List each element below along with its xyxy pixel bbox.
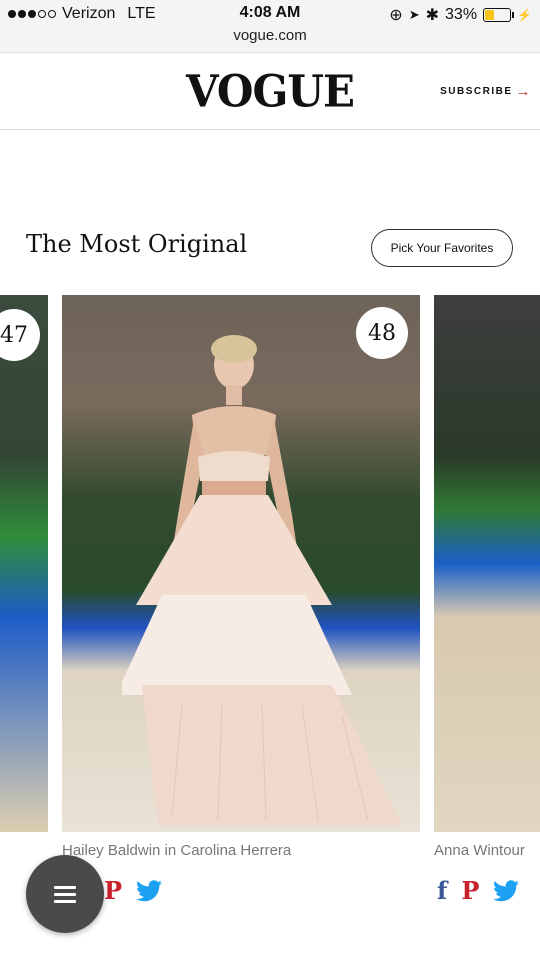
gallery-title: The Most Original [26, 230, 248, 258]
charging-icon: ⚡ [517, 8, 532, 22]
gallery-slide-current[interactable]: 48 [62, 295, 420, 832]
twitter-icon[interactable] [136, 879, 163, 902]
rotation-lock-icon: ⊕ [389, 7, 403, 24]
slide-caption: Anna Wintour [434, 842, 525, 859]
gallery-slide-next[interactable] [434, 295, 540, 832]
location-icon: ➤ [408, 7, 420, 22]
hamburger-icon [54, 882, 76, 907]
battery-icon [483, 8, 515, 22]
share-bar: f P [437, 876, 520, 905]
gallery-slide-previous[interactable]: 47 [0, 295, 48, 832]
twitter-icon[interactable] [493, 879, 520, 902]
subscribe-label: SUBSCRIBE [440, 86, 513, 97]
pinterest-icon[interactable]: P [104, 876, 122, 905]
address-bar[interactable]: vogue.com [0, 27, 540, 44]
gown-photo [122, 335, 402, 825]
status-bar: Verizon LTE 4:08 AM vogue.com ⊕ ➤ ✱ 33% … [0, 0, 540, 53]
status-icons: ⊕ ➤ ✱ 33% ⚡ [389, 5, 532, 25]
slide-number-badge: 48 [356, 307, 408, 359]
menu-button[interactable] [26, 855, 104, 933]
facebook-icon[interactable]: f [437, 876, 447, 905]
bluetooth-icon: ✱ [425, 7, 440, 24]
site-header: VOGUE SUBSCRIBE → [0, 53, 540, 130]
arrow-right-icon: → [515, 83, 532, 100]
pick-favorites-button[interactable]: Pick Your Favorites [371, 229, 513, 267]
pinterest-icon[interactable]: P [461, 876, 479, 905]
battery-percent: 33% [445, 6, 478, 23]
subscribe-link[interactable]: SUBSCRIBE → [440, 83, 532, 100]
slide-number-badge: 47 [0, 309, 40, 361]
slide-caption: Hailey Baldwin in Carolina Herrera [62, 842, 292, 859]
share-bar: P [104, 876, 163, 905]
